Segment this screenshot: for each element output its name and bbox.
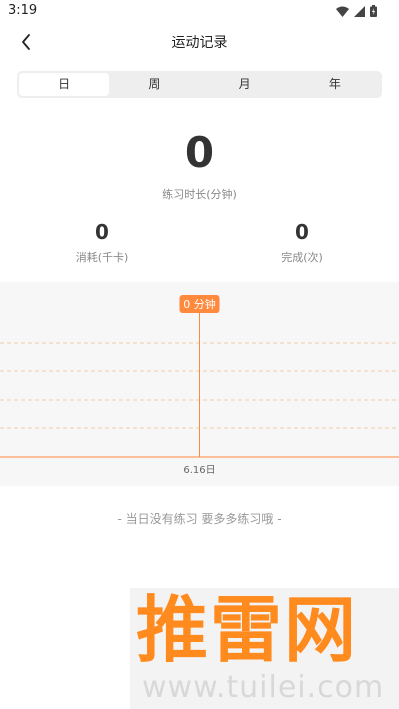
watermark-logo: 推雷网 www.tuilei.com [130,588,399,709]
tab-month[interactable]: 月 [200,73,290,96]
status-bar: 3:19 [0,0,399,24]
wifi-icon [336,6,349,17]
completed-value: 0 [295,220,309,244]
status-icons [336,5,377,17]
duration-value: 0 [184,128,215,177]
x-tick-label: 6.16日 [183,465,215,476]
signal-icon [354,5,365,17]
calories-stat: 0 消耗(千卡) [2,219,202,265]
tab-week[interactable]: 周 [109,73,199,96]
page-title: 运动记录 [171,35,228,51]
battery-icon [370,5,377,17]
header: 运动记录 [0,24,399,60]
completed-stat: 0 完成(次) [202,219,399,265]
duration-label: 练习时长(分钟) [162,188,237,201]
chart-svg: 0 分钟 6.16日 [0,295,399,476]
tab-year[interactable]: 年 [290,73,380,96]
empty-message: - 当日没有练习 要多多练习哦 - [117,512,282,526]
watermark-text: 推雷网 [136,588,359,672]
value-tooltip-text: 0 分钟 [183,297,216,311]
calories-label: 消耗(千卡) [75,251,129,264]
watermark-url: www.tuilei.com [142,670,385,705]
completed-label: 完成(次) [281,251,323,264]
period-tabs: 日 周 月 年 [17,71,382,98]
status-time: 3:19 [8,3,38,18]
calories-value: 0 [95,220,109,244]
tab-day[interactable]: 日 [19,73,110,96]
chart: 0 分钟 6.16日 [0,282,399,486]
